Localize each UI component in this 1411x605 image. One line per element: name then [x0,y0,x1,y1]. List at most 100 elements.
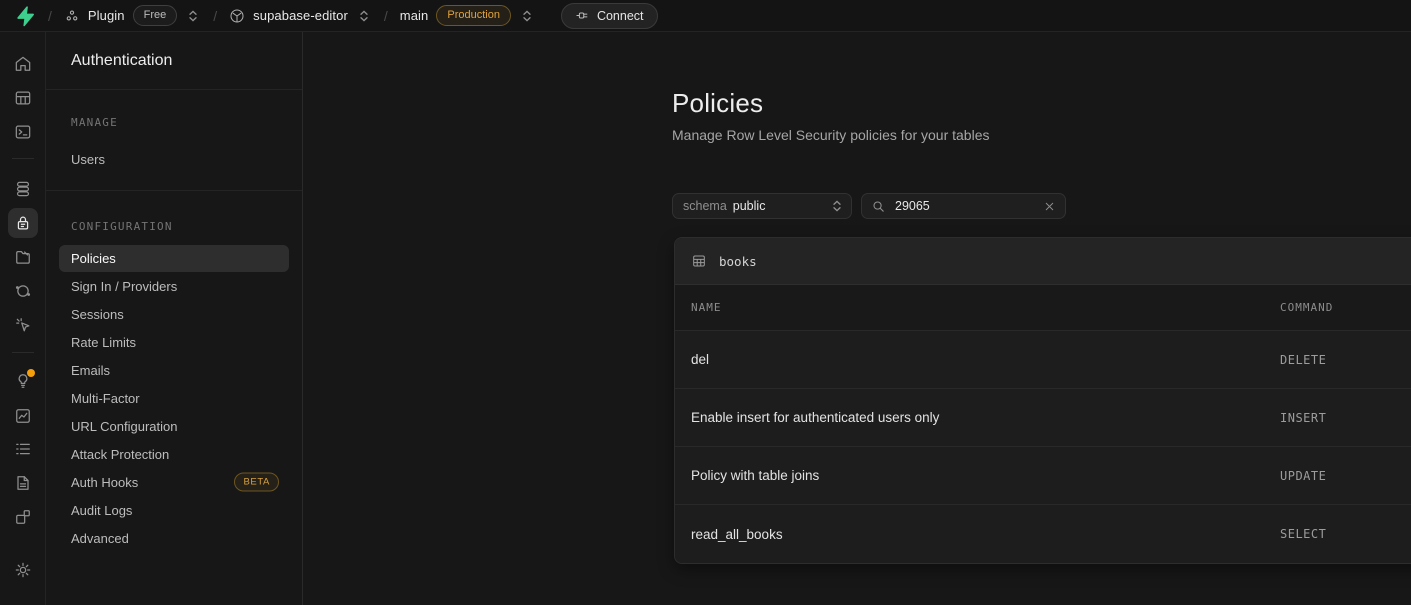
policy-name: del [675,352,1280,367]
clear-search-icon[interactable] [1043,200,1056,213]
branch-name: main [400,8,429,23]
edge-functions-icon[interactable] [8,276,38,306]
rail-divider [12,352,34,353]
rail-divider [12,158,34,159]
settings-gear-icon[interactable] [8,555,38,585]
page-subtitle: Manage Row Level Security policies for y… [672,127,990,143]
sidebar-item-sessions[interactable]: Sessions [46,300,302,328]
sidebar-item-sign-in-providers[interactable]: Sign In / Providers [46,272,302,300]
sidebar-item-label: Auth Hooks [71,475,138,490]
integrations-icon[interactable] [8,502,38,532]
policy-command: SELECT [1280,527,1326,541]
policy-row[interactable]: Policy with table joins UPDATE [675,447,1411,505]
schema-select-label: schema [683,199,727,213]
connect-button[interactable]: Connect [561,3,658,29]
sidebar-item-users[interactable]: Users [46,145,302,173]
reports-icon[interactable] [8,401,38,431]
sidebar-item-emails[interactable]: Emails [46,356,302,384]
project-cube-icon [229,8,245,24]
table-grid-icon [691,253,707,269]
database-icon[interactable] [8,174,38,204]
configuration-nav: Policies Sign In / Providers Sessions Ra… [46,245,302,552]
sidebar-item-url-configuration[interactable]: URL Configuration [46,412,302,440]
connect-button-label: Connect [597,9,644,23]
sidebar-item-policies[interactable]: Policies [59,245,289,272]
schema-select-value: public [733,199,825,213]
storage-icon[interactable] [8,242,38,272]
breadcrumb-separator: / [46,8,54,24]
sidebar-item-label: Sessions [71,307,124,322]
sidebar-item-label: Multi-Factor [71,391,140,406]
section-label-manage: MANAGE [71,116,118,129]
realtime-icon[interactable] [8,310,38,340]
sidebar-item-auth-hooks[interactable]: Auth Hooks BETA [46,468,302,496]
policy-command: DELETE [1280,353,1326,367]
page-title: Policies [672,88,763,119]
sidebar-divider [46,89,302,90]
sidebar-title: Authentication [71,52,172,70]
supabase-logo[interactable] [14,5,36,27]
policy-row[interactable]: Enable insert for authenticated users on… [675,389,1411,447]
table-column-header: NAME COMMAND [675,285,1411,331]
schema-select[interactable]: schema public [672,193,852,219]
home-icon[interactable] [8,49,38,79]
policy-command: INSERT [1280,411,1326,425]
plan-badge: Free [133,5,178,26]
branch-switcher-chevron-icon[interactable] [519,9,535,23]
policy-name: Policy with table joins [675,468,1280,483]
sidebar-item-multi-factor[interactable]: Multi-Factor [46,384,302,412]
table-editor-icon[interactable] [8,83,38,113]
project-switcher-chevron-icon[interactable] [356,9,372,23]
organization-icon [64,8,80,24]
advisors-icon[interactable] [8,366,38,396]
table-card-header: books [675,238,1411,285]
org-switcher-chevron-icon[interactable] [185,9,201,23]
sidebar-item-attack-protection[interactable]: Attack Protection [46,440,302,468]
section-label-configuration: CONFIGURATION [71,220,173,233]
column-header-name: NAME [675,301,1280,314]
environment-badge: Production [436,5,511,26]
policy-name: Enable insert for authenticated users on… [675,410,1280,425]
sidebar-item-label: Audit Logs [71,503,132,518]
main-content: Policies Manage Row Level Security polic… [303,32,1411,605]
sidebar-item-audit-logs[interactable]: Audit Logs [46,496,302,524]
project-breadcrumb[interactable]: supabase-editor [229,8,372,24]
policy-row[interactable]: read_all_books SELECT [675,505,1411,563]
breadcrumb-separator: / [211,8,219,24]
table-name: books [719,254,757,269]
top-bar: / Plugin Free / supabase-editor / main P… [0,0,1411,32]
policy-row[interactable]: del DELETE [675,331,1411,389]
search-icon [871,199,886,214]
branch-breadcrumb[interactable]: main Production [400,5,535,26]
chevron-updown-icon [831,199,843,213]
api-docs-icon[interactable] [8,468,38,498]
policies-table-card: books NAME COMMAND del DELETE Enable ins… [674,237,1411,564]
icon-rail [0,32,46,605]
policy-search [861,193,1066,219]
org-breadcrumb[interactable]: Plugin Free [64,5,201,26]
auth-sidebar: Authentication MANAGE Users CONFIGURATIO… [46,32,303,605]
sidebar-item-label: URL Configuration [71,419,177,434]
filter-bar: schema public [672,193,1066,219]
sidebar-item-rate-limits[interactable]: Rate Limits [46,328,302,356]
sidebar-item-label: Advanced [71,531,129,546]
sidebar-divider [46,190,302,191]
policy-name: read_all_books [675,527,1280,542]
project-name: supabase-editor [253,8,348,23]
column-header-command: COMMAND [1280,301,1333,314]
beta-badge: BETA [234,473,279,492]
policy-command: UPDATE [1280,469,1326,483]
logs-icon[interactable] [8,434,38,464]
sidebar-item-label: Emails [71,363,110,378]
plug-icon [575,8,590,23]
sidebar-item-label: Rate Limits [71,335,136,350]
sidebar-item-label: Users [71,152,105,167]
search-input[interactable] [895,199,1034,213]
sidebar-item-label: Policies [71,251,116,266]
sidebar-item-label: Attack Protection [71,447,169,462]
advisors-notification-dot [27,369,35,377]
breadcrumb-separator: / [382,8,390,24]
sidebar-item-advanced[interactable]: Advanced [46,524,302,552]
auth-lock-icon[interactable] [8,208,38,238]
sql-editor-icon[interactable] [8,117,38,147]
